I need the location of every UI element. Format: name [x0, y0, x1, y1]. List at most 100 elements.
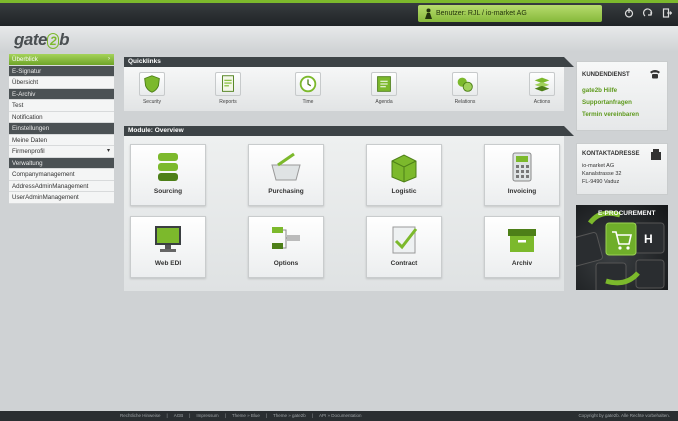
sidebar-item-label: E-Signatur — [12, 67, 42, 75]
sidebar-item[interactable]: E-Archiv — [9, 88, 114, 100]
footer-link[interactable]: AGB — [174, 413, 184, 418]
shield-icon — [139, 72, 165, 96]
contract-icon — [386, 223, 422, 255]
module-tile-web-edi[interactable]: Web EDI — [130, 216, 206, 278]
sidebar-item[interactable]: Verwaltung — [9, 157, 114, 169]
sidebar-item[interactable]: E-Signatur — [9, 65, 114, 77]
sidebar-item[interactable]: Übersicht — [9, 77, 114, 89]
quicklink-time[interactable]: Time — [290, 72, 326, 105]
module-label: Options — [273, 260, 299, 267]
logo-text-two: 2 — [46, 33, 60, 49]
chevron-right-icon: › — [108, 56, 110, 62]
clock-icon — [295, 72, 321, 96]
report-icon — [215, 72, 241, 96]
quicklink-actions[interactable]: Actions — [524, 72, 560, 105]
module-tile-invoicing[interactable]: Invoicing — [484, 144, 560, 206]
building-icon — [651, 149, 661, 160]
module-label: Logistic — [391, 188, 417, 195]
logo-text-suffix: b — [59, 30, 70, 49]
monitor-icon — [150, 223, 186, 255]
module-tile-purchasing[interactable]: Purchasing — [248, 144, 324, 206]
sidebar-item[interactable]: Meine Daten — [9, 134, 114, 146]
footer-links: Rechtliche Hinweise | AGB | Impressum | Theme … — [120, 411, 368, 421]
logout-icon[interactable] — [662, 6, 673, 18]
sourcing-icon — [150, 151, 186, 183]
actions-icon — [529, 72, 555, 96]
sidebar-item[interactable]: Firmenprofil ▾ — [9, 146, 114, 158]
module-label: Archiv — [511, 260, 533, 267]
sidebar-item-label: UserAdminManagement — [12, 194, 79, 201]
user-info-text: Benutzer: RJL / io-market AG — [436, 10, 527, 17]
header: gate 2 b — [0, 26, 678, 52]
kundendienst-link-support[interactable]: Supportanfragen — [582, 99, 632, 106]
quicklink-security[interactable]: Security — [134, 72, 170, 105]
footer-separator: | — [189, 413, 191, 418]
power-icon[interactable] — [624, 6, 634, 18]
relations-icon — [452, 72, 478, 96]
sidebar-item[interactable]: AddressAdminManagement — [9, 180, 114, 192]
phone-icon — [650, 70, 660, 79]
top-icons — [624, 6, 673, 18]
quicklink-relations[interactable]: Relations — [447, 72, 483, 105]
footer-separator: | — [224, 413, 226, 418]
quicklink-label: Security — [142, 99, 162, 105]
quicklinks-body: Security Reports Time Agenda Relations Action… — [124, 67, 564, 111]
sidebar-item-label: Test — [12, 102, 24, 109]
footer-link[interactable]: API » Documentation — [319, 413, 362, 418]
calculator-icon — [504, 151, 540, 183]
kontakt-line-city: FL-9490 Vaduz — [582, 179, 620, 185]
sidebar-item[interactable]: Überblick › — [9, 54, 114, 66]
quicklink-agenda[interactable]: Agenda — [366, 72, 402, 105]
module-tile-sourcing[interactable]: Sourcing — [130, 144, 206, 206]
kundendienst-link-help[interactable]: gate2b Hilfe — [582, 87, 617, 94]
footer-separator: | — [166, 413, 168, 418]
quicklink-label: Relations — [454, 99, 476, 105]
module-tile-logistic[interactable]: Logistic — [366, 144, 442, 206]
logo-text-prefix: gate — [14, 30, 47, 49]
modules-panel: Module: Overview Sourcing Purchasing Logis… — [124, 126, 574, 291]
sidebar-item[interactable]: Companymanagement — [9, 169, 114, 181]
top-bar: Benutzer: RJL / io-market AG — [0, 0, 678, 26]
quicklink-label: Agenda — [375, 99, 393, 105]
module-tile-options[interactable]: Options — [248, 216, 324, 278]
sidebar-item-label: Firmenprofil — [12, 148, 45, 155]
footer-link[interactable]: Rechtliche Hinweise — [120, 413, 161, 418]
sidebar-item[interactable]: Einstellungen — [9, 123, 114, 135]
quicklinks-title: Quicklinks — [124, 57, 574, 67]
sidebar-item-label: AddressAdminManagement — [12, 182, 89, 190]
kontakt-line-street: Kanalstrasse 32 — [582, 171, 622, 177]
module-label: Sourcing — [153, 188, 183, 195]
module-tile-contract[interactable]: Contract — [366, 216, 442, 278]
quicklinks-panel: Quicklinks Security Reports Time Agenda Rela… — [124, 57, 574, 111]
basket-icon — [268, 151, 304, 183]
sidebar-item[interactable]: Test — [9, 100, 114, 112]
footer-link[interactable]: Theme » Blue — [232, 413, 260, 418]
footer-separator: | — [311, 413, 313, 418]
sidebar-item[interactable]: Notification — [9, 111, 114, 123]
footer-link[interactable]: Impressum — [196, 413, 218, 418]
user-icon — [425, 8, 432, 19]
refresh-icon[interactable] — [642, 6, 653, 18]
keyboard-cart-illustration: H — [576, 210, 665, 290]
sidebar-item-label: Übersicht — [12, 79, 39, 86]
quicklink-reports[interactable]: Reports — [210, 72, 246, 105]
sidebar-item[interactable]: UserAdminManagement — [9, 192, 114, 204]
footer: Rechtliche Hinweise | AGB | Impressum | Theme … — [0, 411, 678, 421]
sidebar-item-label: Überblick — [12, 56, 38, 63]
kundendienst-link-appointment[interactable]: Termin vereinbaren — [582, 111, 639, 118]
top-accent-strip — [0, 0, 678, 3]
box-icon — [386, 151, 422, 183]
kundendienst-title: KUNDENDIENST — [582, 72, 630, 78]
footer-copyright: Copyright by gate2b. Alle Rechte vorbeha… — [578, 413, 670, 418]
module-label: Purchasing — [268, 188, 304, 195]
sidebar-item-label: Verwaltung — [12, 159, 43, 167]
module-tile-archiv[interactable]: Archiv — [484, 216, 560, 278]
gate2b-logo[interactable]: gate 2 b — [14, 30, 70, 50]
e-procurement-banner[interactable]: H E-PROCUREMENT — [576, 205, 668, 290]
sidebar-item-label: Einstellungen — [12, 125, 50, 132]
kundendienst-box: KUNDENDIENST gate2b Hilfe Supportanfrage… — [576, 61, 668, 131]
user-info-box[interactable]: Benutzer: RJL / io-market AG — [418, 5, 602, 22]
kontakt-title: KONTAKTADRESSE — [582, 151, 640, 157]
footer-link[interactable]: Theme » gate2b — [273, 413, 306, 418]
svg-text:H: H — [644, 232, 653, 246]
